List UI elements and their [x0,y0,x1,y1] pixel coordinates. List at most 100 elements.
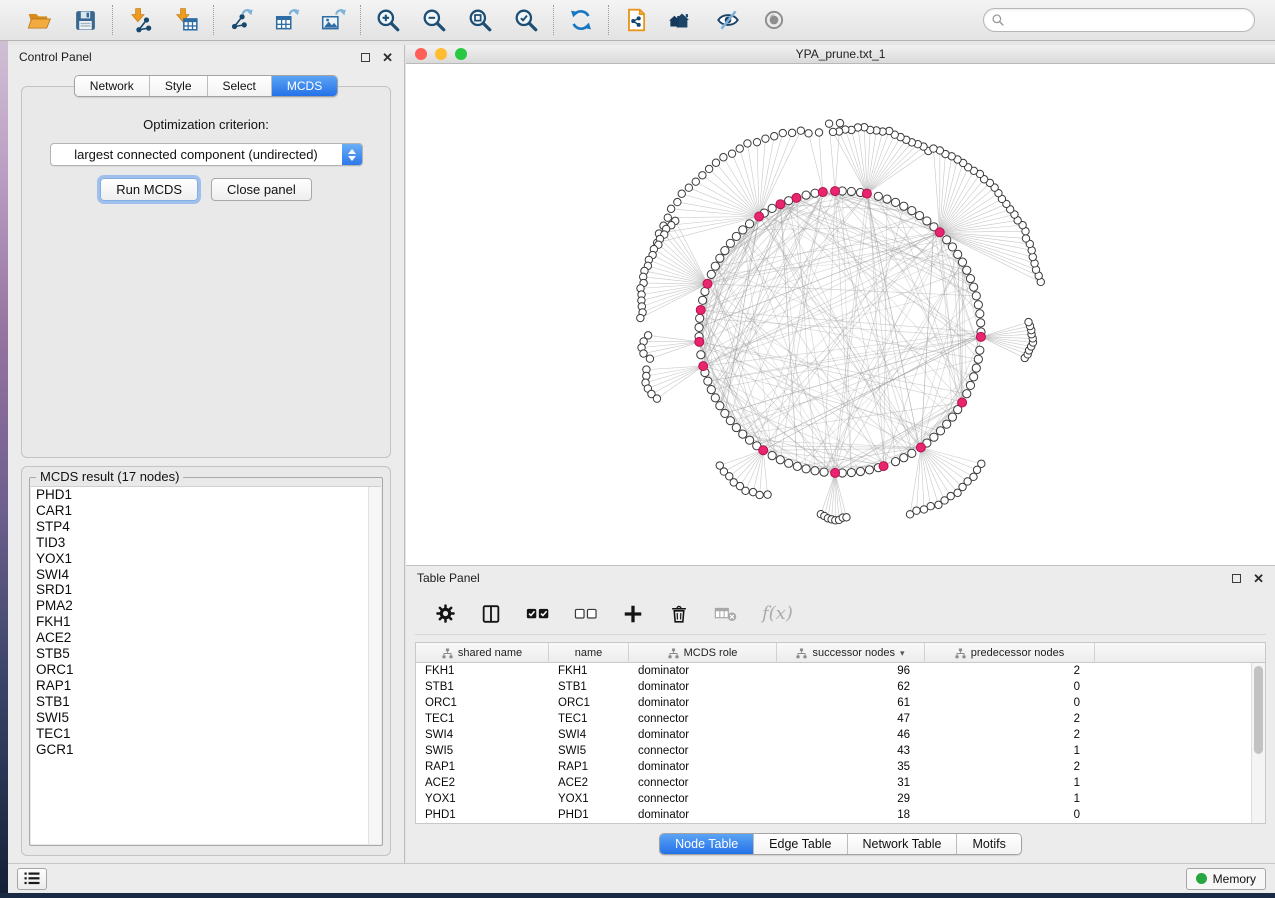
graph-fan-edge[interactable] [916,448,920,511]
graph-fan-edge[interactable] [642,284,708,307]
graph-ring-node[interactable] [732,423,740,431]
graph-fan-edge[interactable] [828,473,835,518]
graph-fan-edge[interactable] [644,283,708,284]
network-document-icon[interactable] [622,6,650,34]
mcds-node-item[interactable]: RAP1 [31,678,381,694]
graph-fan-edge[interactable] [740,149,759,217]
graph-mcds-hub-node[interactable] [695,337,704,346]
mcds-node-item[interactable]: STP4 [31,519,381,535]
zoom-in-icon[interactable] [374,6,402,34]
graph-fan-edge[interactable] [940,183,990,232]
graph-ring-node[interactable] [963,390,971,398]
table-options-icon[interactable] [435,603,456,624]
graph-ring-node[interactable] [847,468,855,476]
graph-fan-edge[interactable] [668,216,759,217]
graph-ring-node[interactable] [900,454,908,462]
mcds-node-item[interactable]: YOX1 [31,551,381,567]
graph-ring-node[interactable] [716,402,724,410]
graph-leaf-node[interactable] [653,395,660,402]
graph-leaf-node[interactable] [913,507,920,514]
graph-ring-node[interactable] [768,204,776,212]
table-row[interactable]: FKH1FKH1dominator962 [416,663,1251,679]
network-graph-canvas[interactable] [406,64,1275,564]
table-row[interactable]: SWI5SWI5connector431 [416,743,1251,759]
graph-mcds-hub-node[interactable] [958,398,967,407]
graph-ring-node[interactable] [970,373,978,381]
graph-leaf-node[interactable] [712,159,719,166]
graph-fan-edge[interactable] [821,473,835,514]
graph-leaf-node[interactable] [825,120,832,127]
graph-ring-node[interactable] [972,364,980,372]
graph-ring-node[interactable] [776,456,784,464]
tab-network[interactable]: Network [75,76,149,96]
graph-fan-edge[interactable] [648,366,703,388]
graph-mcds-hub-node[interactable] [831,468,840,477]
graph-ring-node[interactable] [726,239,734,247]
graph-ring-node[interactable] [891,198,899,206]
graph-ring-node[interactable] [768,452,776,460]
tab-edge-table[interactable]: Edge Table [753,834,846,854]
graph-edge[interactable] [824,240,947,472]
graph-leaf-node[interactable] [742,487,749,494]
graph-fan-edge[interactable] [643,342,699,354]
mcds-node-item[interactable]: FKH1 [31,614,381,630]
graph-leaf-node[interactable] [1029,253,1036,260]
graph-ring-node[interactable] [976,346,984,354]
import-table-icon[interactable] [172,6,200,34]
graph-mcds-hub-node[interactable] [776,200,785,209]
float-window-icon[interactable] [361,53,370,62]
graph-fan-edge[interactable] [720,450,763,465]
mcds-node-item[interactable]: ACE2 [31,630,381,646]
graph-leaf-node[interactable] [829,128,836,135]
graph-leaf-node[interactable] [978,460,985,467]
graph-leaf-node[interactable] [753,138,760,145]
open-file-icon[interactable] [25,6,53,34]
graph-ring-node[interactable] [847,187,855,195]
graph-ring-node[interactable] [930,433,938,441]
unselect-all-icon[interactable] [574,605,598,623]
graph-edge[interactable] [757,337,981,446]
graph-leaf-node[interactable] [779,129,786,136]
graph-fan-edge[interactable] [734,450,763,482]
graph-ring-node[interactable] [976,310,984,318]
column-header-predecessor-nodes[interactable]: predecessor nodes [925,643,1095,663]
optimization-criterion-dropdown[interactable]: largest connected component (undirected) [50,143,363,166]
network-window-titlebar[interactable]: YPA_prune.txt_1 [406,45,1275,64]
graph-ring-node[interactable] [943,236,951,244]
graph-ring-node[interactable] [695,323,703,331]
tab-mcds[interactable]: MCDS [271,76,337,96]
graph-mcds-hub-node[interactable] [935,228,944,237]
graph-fan-edge[interactable] [696,182,759,217]
graph-ring-node[interactable] [936,427,944,435]
graph-fan-edge[interactable] [724,450,763,471]
graph-mcds-hub-node[interactable] [862,189,871,198]
graph-leaf-node[interactable] [788,129,795,136]
table-row[interactable]: PHD1PHD1dominator180 [416,807,1251,823]
graph-leaf-node[interactable] [764,491,771,498]
graph-ring-node[interactable] [856,467,864,475]
graph-fan-edge[interactable] [653,255,708,284]
mcds-node-item[interactable]: STB5 [31,646,381,662]
graph-edge[interactable] [703,270,967,366]
run-mcds-button[interactable]: Run MCDS [100,178,198,201]
graph-ring-node[interactable] [704,377,712,385]
table-row[interactable]: SWI4SWI4dominator462 [416,727,1251,743]
graph-ring-node[interactable] [697,351,705,359]
graph-ring-node[interactable] [707,386,715,394]
graph-leaf-node[interactable] [728,150,735,157]
table-scrollbar[interactable] [1251,663,1265,823]
graph-edge[interactable] [703,254,958,363]
add-column-icon[interactable] [622,603,644,625]
graph-fan-edge[interactable] [642,284,708,295]
graph-ring-node[interactable] [958,258,966,266]
graph-ring-node[interactable] [696,314,704,322]
graph-leaf-node[interactable] [927,502,934,509]
search-input[interactable] [1005,13,1247,27]
graph-fan-edge[interactable] [835,473,843,518]
graph-ring-node[interactable] [908,449,916,457]
graph-ring-node[interactable] [948,413,956,421]
graph-ring-node[interactable] [711,262,719,270]
graph-leaf-node[interactable] [1022,235,1029,242]
graph-ring-node[interactable] [963,266,971,274]
graph-leaf-node[interactable] [947,492,954,499]
